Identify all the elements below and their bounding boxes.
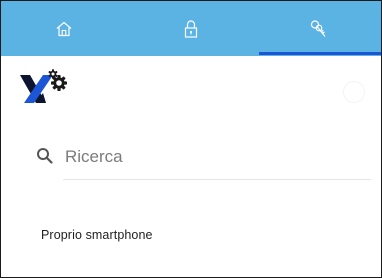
search-bar [35,141,371,180]
app-window: Proprio smartphone [0,0,382,278]
home-icon [55,20,73,38]
section-heading-own-smartphone: Proprio smartphone [41,228,153,242]
tab-home[interactable] [1,1,127,56]
tab-bar [1,1,381,56]
tab-lock[interactable] [128,1,254,56]
tab-keys[interactable] [255,1,381,56]
app-logo [19,69,71,107]
search-underline [63,179,371,180]
lock-icon [183,19,199,39]
search-icon [36,147,54,165]
profile-button[interactable] [343,81,365,103]
search-input[interactable] [65,145,365,169]
active-tab-indicator [259,52,381,55]
key-icon [309,19,327,39]
